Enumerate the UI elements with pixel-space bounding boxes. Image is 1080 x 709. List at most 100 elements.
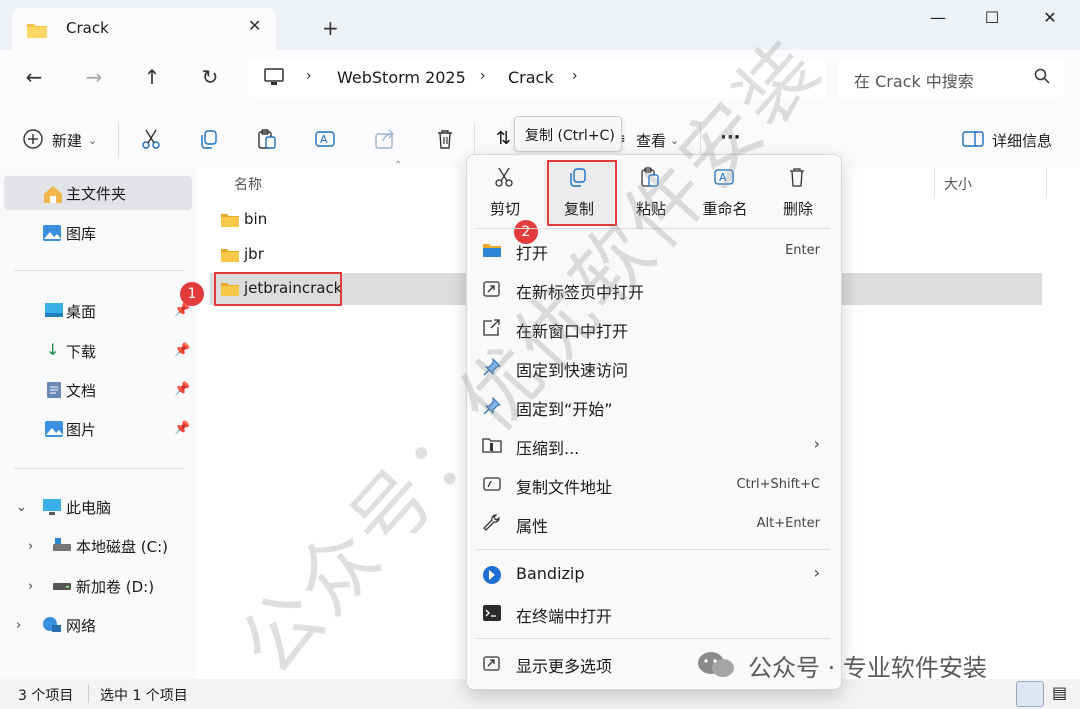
breadcrumb-webstorm[interactable]: WebStorm 2025: [337, 68, 466, 87]
tooltip-text: 复制 (Ctrl+C): [525, 128, 615, 144]
sidebar-item-documents[interactable]: 文档 📌: [0, 373, 196, 407]
chevron-right-icon[interactable]: ›: [28, 539, 33, 554]
menu-item-open-new-window[interactable]: 在新窗口中打开: [470, 310, 836, 348]
menu-item-label: Bandizip: [516, 564, 585, 583]
pin-icon[interactable]: 📌: [174, 421, 190, 436]
menu-item-open-new-tab[interactable]: 在新标签页中打开: [470, 271, 836, 309]
sidebar-item-this-pc[interactable]: ⌄ 此电脑: [0, 490, 196, 524]
rename-icon[interactable]: A: [314, 128, 340, 154]
sidebar-item-downloads[interactable]: ↓ 下载 📌: [0, 334, 196, 368]
more-options-button[interactable]: ···: [720, 127, 741, 148]
menu-item-compress[interactable]: 压缩到... ›: [470, 427, 836, 465]
menu-item-bandizip[interactable]: Bandizip ›: [470, 556, 836, 594]
close-window-button[interactable]: ✕: [1030, 8, 1070, 32]
paste-icon[interactable]: [256, 128, 282, 154]
paste-icon: [639, 166, 661, 192]
menu-item-open-terminal[interactable]: 在终端中打开: [470, 595, 836, 633]
pin-icon[interactable]: 📌: [174, 382, 190, 397]
tooltip: 复制 (Ctrl+C): [514, 116, 622, 152]
document-icon: [46, 381, 62, 403]
details-view-icon[interactable]: [1016, 681, 1044, 707]
sidebar-item-home[interactable]: 主文件夹: [4, 176, 192, 210]
share-icon[interactable]: [374, 128, 400, 154]
terminal-icon: [482, 604, 502, 626]
rename-button[interactable]: A 重命名: [690, 160, 760, 224]
menu-item-label: 在终端中打开: [516, 607, 613, 626]
divider: [14, 270, 184, 271]
divider: [474, 122, 475, 158]
divider: [14, 468, 184, 469]
sidebar-item-drive-c[interactable]: › 本地磁盘 (C:): [0, 529, 196, 563]
chevron-right-icon[interactable]: ›: [16, 618, 21, 633]
sidebar-item-gallery[interactable]: 图库: [0, 216, 196, 250]
pin-icon: [482, 357, 502, 380]
pin-icon[interactable]: 📌: [174, 343, 190, 358]
menu-item-properties[interactable]: 属性 Alt+Enter: [470, 505, 836, 543]
delete-icon[interactable]: [434, 128, 460, 154]
up-icon[interactable]: ↑: [138, 65, 166, 93]
search-input[interactable]: 在 Crack 中搜索: [838, 58, 1064, 98]
folder-icon: [26, 21, 48, 43]
cut-button[interactable]: 剪切: [470, 160, 540, 224]
menu-item-shortcut: Ctrl+Shift+C: [736, 477, 820, 492]
tiles-view-icon[interactable]: ▤: [1052, 683, 1067, 702]
sort-button[interactable]: ⇅: [496, 128, 511, 149]
back-icon[interactable]: ←: [20, 65, 48, 93]
item-count: 3 个项目: [18, 688, 74, 704]
menu-item-open[interactable]: 打开 Enter: [470, 232, 836, 270]
svg-text:A: A: [719, 171, 727, 184]
copy-icon[interactable]: [198, 128, 224, 154]
maximize-button[interactable]: ☐: [972, 8, 1012, 32]
sidebar-item-label: 本地磁盘 (C:): [76, 538, 168, 556]
chevron-down-icon[interactable]: ⌄: [16, 500, 27, 515]
rename-icon: A: [713, 166, 737, 192]
view-button[interactable]: 查看: [636, 130, 666, 151]
pictures-icon: [44, 420, 64, 442]
sidebar-item-desktop[interactable]: 桌面 📌: [0, 294, 196, 328]
sidebar-item-label: 文档: [66, 382, 97, 400]
sort-indicator-icon: ⌃: [394, 160, 403, 171]
refresh-icon[interactable]: ↻: [196, 65, 224, 93]
new-tab-button[interactable]: +: [322, 16, 339, 40]
chevron-right-icon[interactable]: ›: [28, 579, 33, 594]
new-icon[interactable]: [22, 128, 48, 154]
tab-close-icon[interactable]: ✕: [248, 16, 261, 35]
minimize-button[interactable]: —: [918, 8, 958, 32]
sidebar-item-drive-d[interactable]: › 新加卷 (D:): [0, 569, 196, 603]
bandizip-icon: [482, 565, 502, 589]
chevron-down-icon: ⌄: [88, 134, 98, 147]
address-bar[interactable]: › WebStorm 2025 › Crack ›: [248, 58, 826, 98]
rename-label: 重命名: [702, 200, 748, 218]
sidebar-item-network[interactable]: › 网络: [0, 608, 196, 642]
network-icon: [42, 616, 62, 638]
menu-item-copy-path[interactable]: 复制文件地址 Ctrl+Shift+C: [470, 466, 836, 504]
cut-icon[interactable]: [140, 128, 166, 154]
pin-icon: [482, 396, 502, 419]
highlight-box: [547, 160, 617, 226]
new-tab-icon: [482, 280, 502, 302]
menu-item-label: 在新窗口中打开: [516, 322, 629, 341]
sidebar-item-label: 新加卷 (D:): [76, 578, 155, 596]
more-options-icon: [482, 654, 502, 676]
breadcrumb-crack[interactable]: Crack: [508, 68, 554, 87]
menu-item-shortcut: Alt+Enter: [756, 516, 820, 531]
menu-item-pin-quick-access[interactable]: 固定到快速访问: [470, 349, 836, 387]
tab-crack[interactable]: Crack ✕: [12, 8, 276, 50]
paste-button[interactable]: 粘贴: [616, 160, 686, 224]
column-header-size[interactable]: 大小: [944, 174, 972, 194]
chevron-right-icon: ›: [306, 68, 312, 84]
sidebar-item-pictures[interactable]: 图片 📌: [0, 412, 196, 446]
menu-item-pin-start[interactable]: 固定到“开始”: [470, 388, 836, 426]
new-button[interactable]: 新建: [52, 130, 82, 151]
folder-icon: [220, 247, 240, 267]
delete-button[interactable]: 删除: [763, 160, 833, 224]
column-header-name[interactable]: 名称: [234, 174, 262, 194]
column-divider: [1046, 168, 1047, 198]
details-pane-icon[interactable]: [962, 130, 988, 156]
menu-item-label: 固定到快速访问: [516, 361, 629, 380]
chevron-right-icon: ›: [813, 563, 820, 582]
forward-icon[interactable]: →: [80, 65, 108, 93]
divider: [88, 685, 89, 703]
details-button[interactable]: 详细信息: [992, 130, 1052, 151]
sidebar-item-label: 图库: [66, 225, 97, 243]
